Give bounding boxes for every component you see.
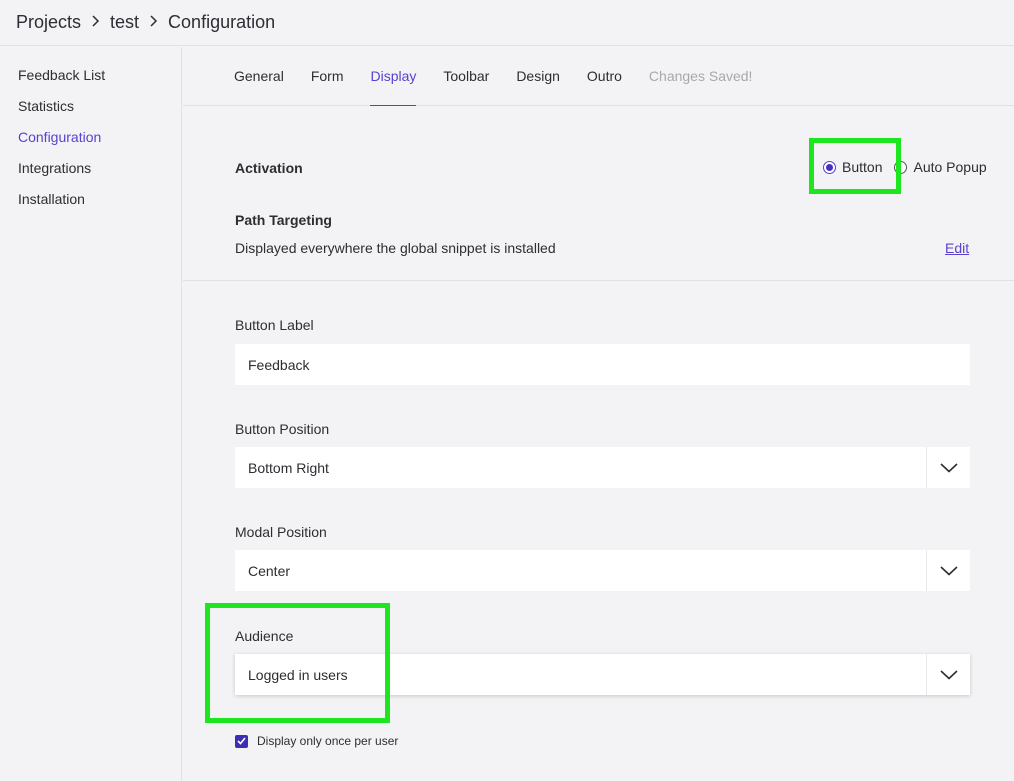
chevron-right-icon [149, 14, 158, 32]
sidebar-item-integrations[interactable]: Integrations [0, 153, 181, 184]
display-once-checkbox-row[interactable]: Display only once per user [235, 734, 398, 748]
modal-position-select[interactable]: Center [235, 550, 970, 591]
path-targeting-label: Path Targeting [235, 212, 332, 228]
sidebar-item-configuration[interactable]: Configuration [0, 122, 181, 153]
path-targeting-description: Displayed everywhere the global snippet … [235, 240, 556, 256]
radio-button-checked[interactable] [823, 160, 836, 174]
path-targeting-edit-link[interactable]: Edit [945, 240, 969, 256]
breadcrumb-item-test[interactable]: test [110, 12, 139, 33]
tab-form[interactable]: Form [311, 47, 344, 105]
breadcrumb-item-projects[interactable]: Projects [16, 12, 81, 33]
display-once-checkbox[interactable] [235, 734, 248, 748]
audience-label: Audience [235, 628, 294, 644]
tab-bar: General Form Display Toolbar Design Outr… [183, 47, 1014, 106]
activation-option-button[interactable]: Button [823, 159, 882, 175]
sidebar-item-feedback-list[interactable]: Feedback List [0, 60, 181, 91]
button-position-select[interactable]: Bottom Right [235, 447, 970, 488]
audience-select[interactable]: Logged in users [235, 654, 970, 695]
audience-value: Logged in users [248, 666, 348, 683]
radio-auto-popup[interactable] [894, 160, 908, 174]
tab-design[interactable]: Design [516, 47, 560, 105]
button-label-label: Button Label [235, 317, 314, 333]
button-position-value: Bottom Right [248, 459, 329, 476]
modal-position-label: Modal Position [235, 524, 327, 540]
tab-toolbar[interactable]: Toolbar [443, 47, 489, 105]
button-label-input[interactable] [235, 344, 970, 385]
sidebar-item-statistics[interactable]: Statistics [0, 91, 181, 122]
save-status: Changes Saved! [648, 68, 753, 84]
checkmark-icon [237, 737, 246, 745]
chevron-down-icon[interactable] [926, 550, 970, 591]
activation-section: Activation Button Auto Popup Path Target… [183, 106, 1014, 281]
activation-label: Activation [235, 160, 303, 176]
tab-display[interactable]: Display [370, 47, 416, 106]
sidebar-item-installation[interactable]: Installation [0, 184, 181, 215]
sidebar: Feedback List Statistics Configuration I… [0, 47, 182, 781]
tab-outro[interactable]: Outro [587, 47, 622, 105]
chevron-down-icon[interactable] [926, 654, 970, 695]
display-once-label: Display only once per user [257, 734, 399, 748]
activation-option-button-label: Button [842, 159, 883, 175]
modal-position-value: Center [248, 562, 291, 579]
breadcrumb-item-configuration: Configuration [168, 12, 276, 32]
chevron-right-icon [91, 14, 100, 32]
activation-option-auto-popup-label: Auto Popup [913, 159, 987, 175]
tab-general[interactable]: General [234, 47, 284, 105]
breadcrumb: Projects test Configuration [0, 0, 1014, 46]
chevron-down-icon[interactable] [926, 447, 970, 488]
main-content: General Form Display Toolbar Design Outr… [183, 47, 1014, 781]
button-position-label: Button Position [235, 421, 330, 437]
activation-radio-group: Button Auto Popup [823, 159, 992, 175]
activation-option-auto-popup[interactable]: Auto Popup [894, 159, 987, 175]
